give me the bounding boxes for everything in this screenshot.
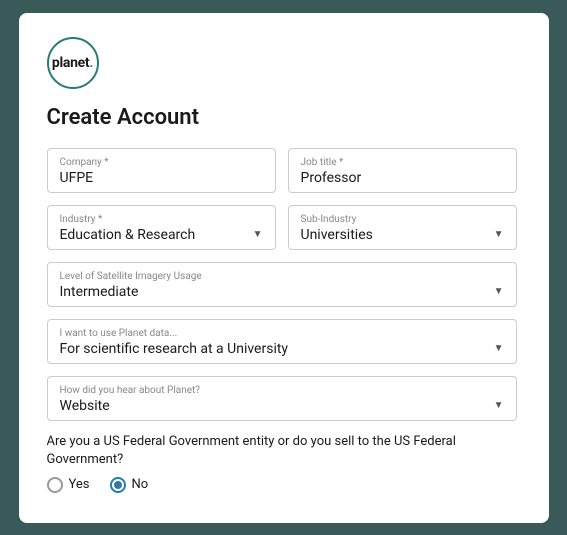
yes-label: Yes [69, 477, 90, 492]
no-option[interactable]: No [110, 477, 149, 493]
industry-value: Education & Research [60, 227, 196, 243]
satellite-label: Level of Satellite Imagery Usage [60, 271, 504, 282]
radio-options: Yes No [47, 477, 517, 493]
hear-row: How did you hear about Planet? Website ▼ [47, 376, 517, 421]
jobtitle-label: Job title * [301, 157, 504, 168]
hear-value: Website [60, 398, 110, 414]
logo-area: planet. [47, 37, 521, 89]
industry-subindustry-row: Industry * Education & Research ▼ Sub-In… [47, 205, 517, 250]
planet-logo: planet. [47, 37, 99, 89]
jobtitle-value: Professor [301, 170, 504, 186]
industry-chevron-icon: ▼ [253, 230, 263, 240]
hear-select[interactable]: Website ▼ [60, 398, 504, 414]
no-radio-button[interactable] [110, 477, 126, 493]
planet-data-field[interactable]: I want to use Planet data... For scienti… [47, 319, 517, 364]
hear-field[interactable]: How did you hear about Planet? Website ▼ [47, 376, 517, 421]
yes-radio-button[interactable] [47, 477, 63, 493]
page-title: Create Account [47, 105, 521, 130]
planet-data-chevron-icon: ▼ [494, 344, 504, 354]
company-field[interactable]: Company * UFPE [47, 148, 276, 193]
company-jobtitle-row: Company * UFPE Job title * Professor [47, 148, 517, 193]
company-value: UFPE [60, 170, 263, 186]
subindustry-field[interactable]: Sub-Industry Universities ▼ [288, 205, 517, 250]
satellite-value: Intermediate [60, 284, 139, 300]
hear-label: How did you hear about Planet? [60, 385, 504, 396]
planet-data-row: I want to use Planet data... For scienti… [47, 319, 517, 364]
satellite-chevron-icon: ▼ [494, 287, 504, 297]
no-radio-inner [114, 481, 122, 489]
planet-data-select[interactable]: For scientific research at a University … [60, 341, 504, 357]
subindustry-value: Universities [301, 227, 373, 243]
no-label: No [132, 477, 149, 492]
industry-select[interactable]: Education & Research ▼ [60, 227, 263, 243]
subindustry-select[interactable]: Universities ▼ [301, 227, 504, 243]
planet-data-label: I want to use Planet data... [60, 328, 504, 339]
main-card: planet. Create Account Company * UFPE Jo… [19, 13, 549, 523]
industry-label: Industry * [60, 214, 263, 225]
hear-chevron-icon: ▼ [494, 401, 504, 411]
planet-data-value: For scientific research at a University [60, 341, 289, 357]
subindustry-label: Sub-Industry [301, 214, 504, 225]
yes-option[interactable]: Yes [47, 477, 90, 493]
satellite-field[interactable]: Level of Satellite Imagery Usage Interme… [47, 262, 517, 307]
federal-question-text: Are you a US Federal Government entity o… [47, 433, 517, 469]
federal-question-section: Are you a US Federal Government entity o… [47, 433, 517, 493]
form-content: Company * UFPE Job title * Professor Ind… [47, 148, 521, 507]
subindustry-chevron-icon: ▼ [494, 230, 504, 240]
jobtitle-field[interactable]: Job title * Professor [288, 148, 517, 193]
satellite-select[interactable]: Intermediate ▼ [60, 284, 504, 300]
company-label: Company * [60, 157, 263, 168]
industry-field[interactable]: Industry * Education & Research ▼ [47, 205, 276, 250]
satellite-row: Level of Satellite Imagery Usage Interme… [47, 262, 517, 307]
